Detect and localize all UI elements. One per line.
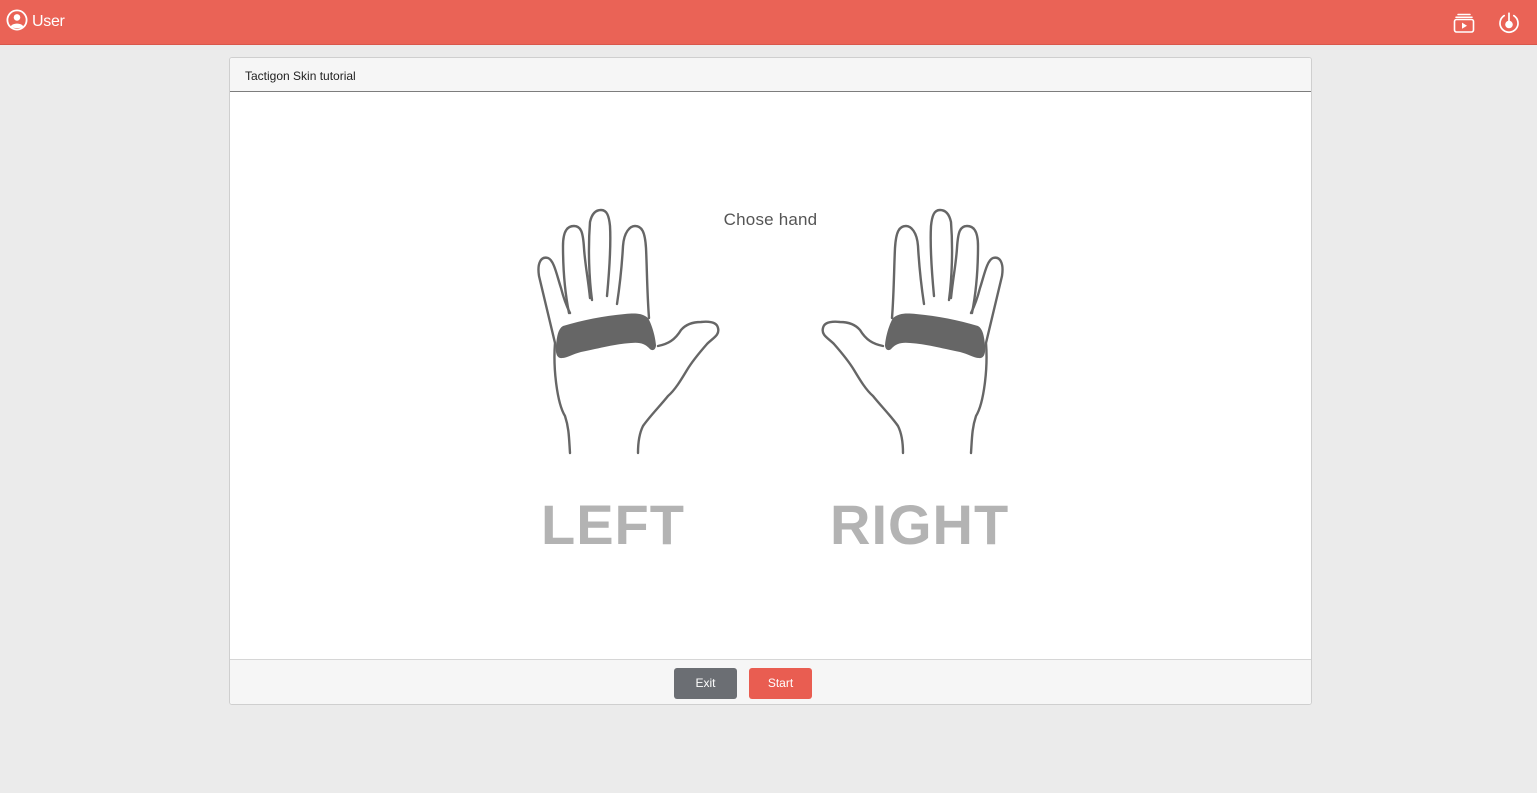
panel-footer: Exit Start [230,659,1311,704]
right-hand-icon[interactable] [816,208,1006,456]
left-hand-icon[interactable] [535,208,725,456]
power-icon[interactable] [1497,11,1521,35]
panel-body: Chose hand LEFT RIGHT [230,92,1311,659]
user-menu[interactable]: User [6,8,65,36]
top-bar: User [0,0,1537,45]
start-button[interactable]: Start [749,668,812,699]
exit-button[interactable]: Exit [674,668,737,699]
panel-header: Tactigon Skin tutorial [230,58,1311,92]
user-circle-icon [6,8,28,36]
right-hand-label[interactable]: RIGHT [830,492,1009,557]
video-tutorial-icon[interactable] [1452,11,1476,35]
left-hand-label[interactable]: LEFT [541,492,685,557]
tutorial-panel: Tactigon Skin tutorial Chose hand LEFT R… [229,57,1312,705]
panel-title: Tactigon Skin tutorial [245,69,356,83]
user-label: User [32,13,65,30]
instruction-text: Chose hand [723,210,818,229]
